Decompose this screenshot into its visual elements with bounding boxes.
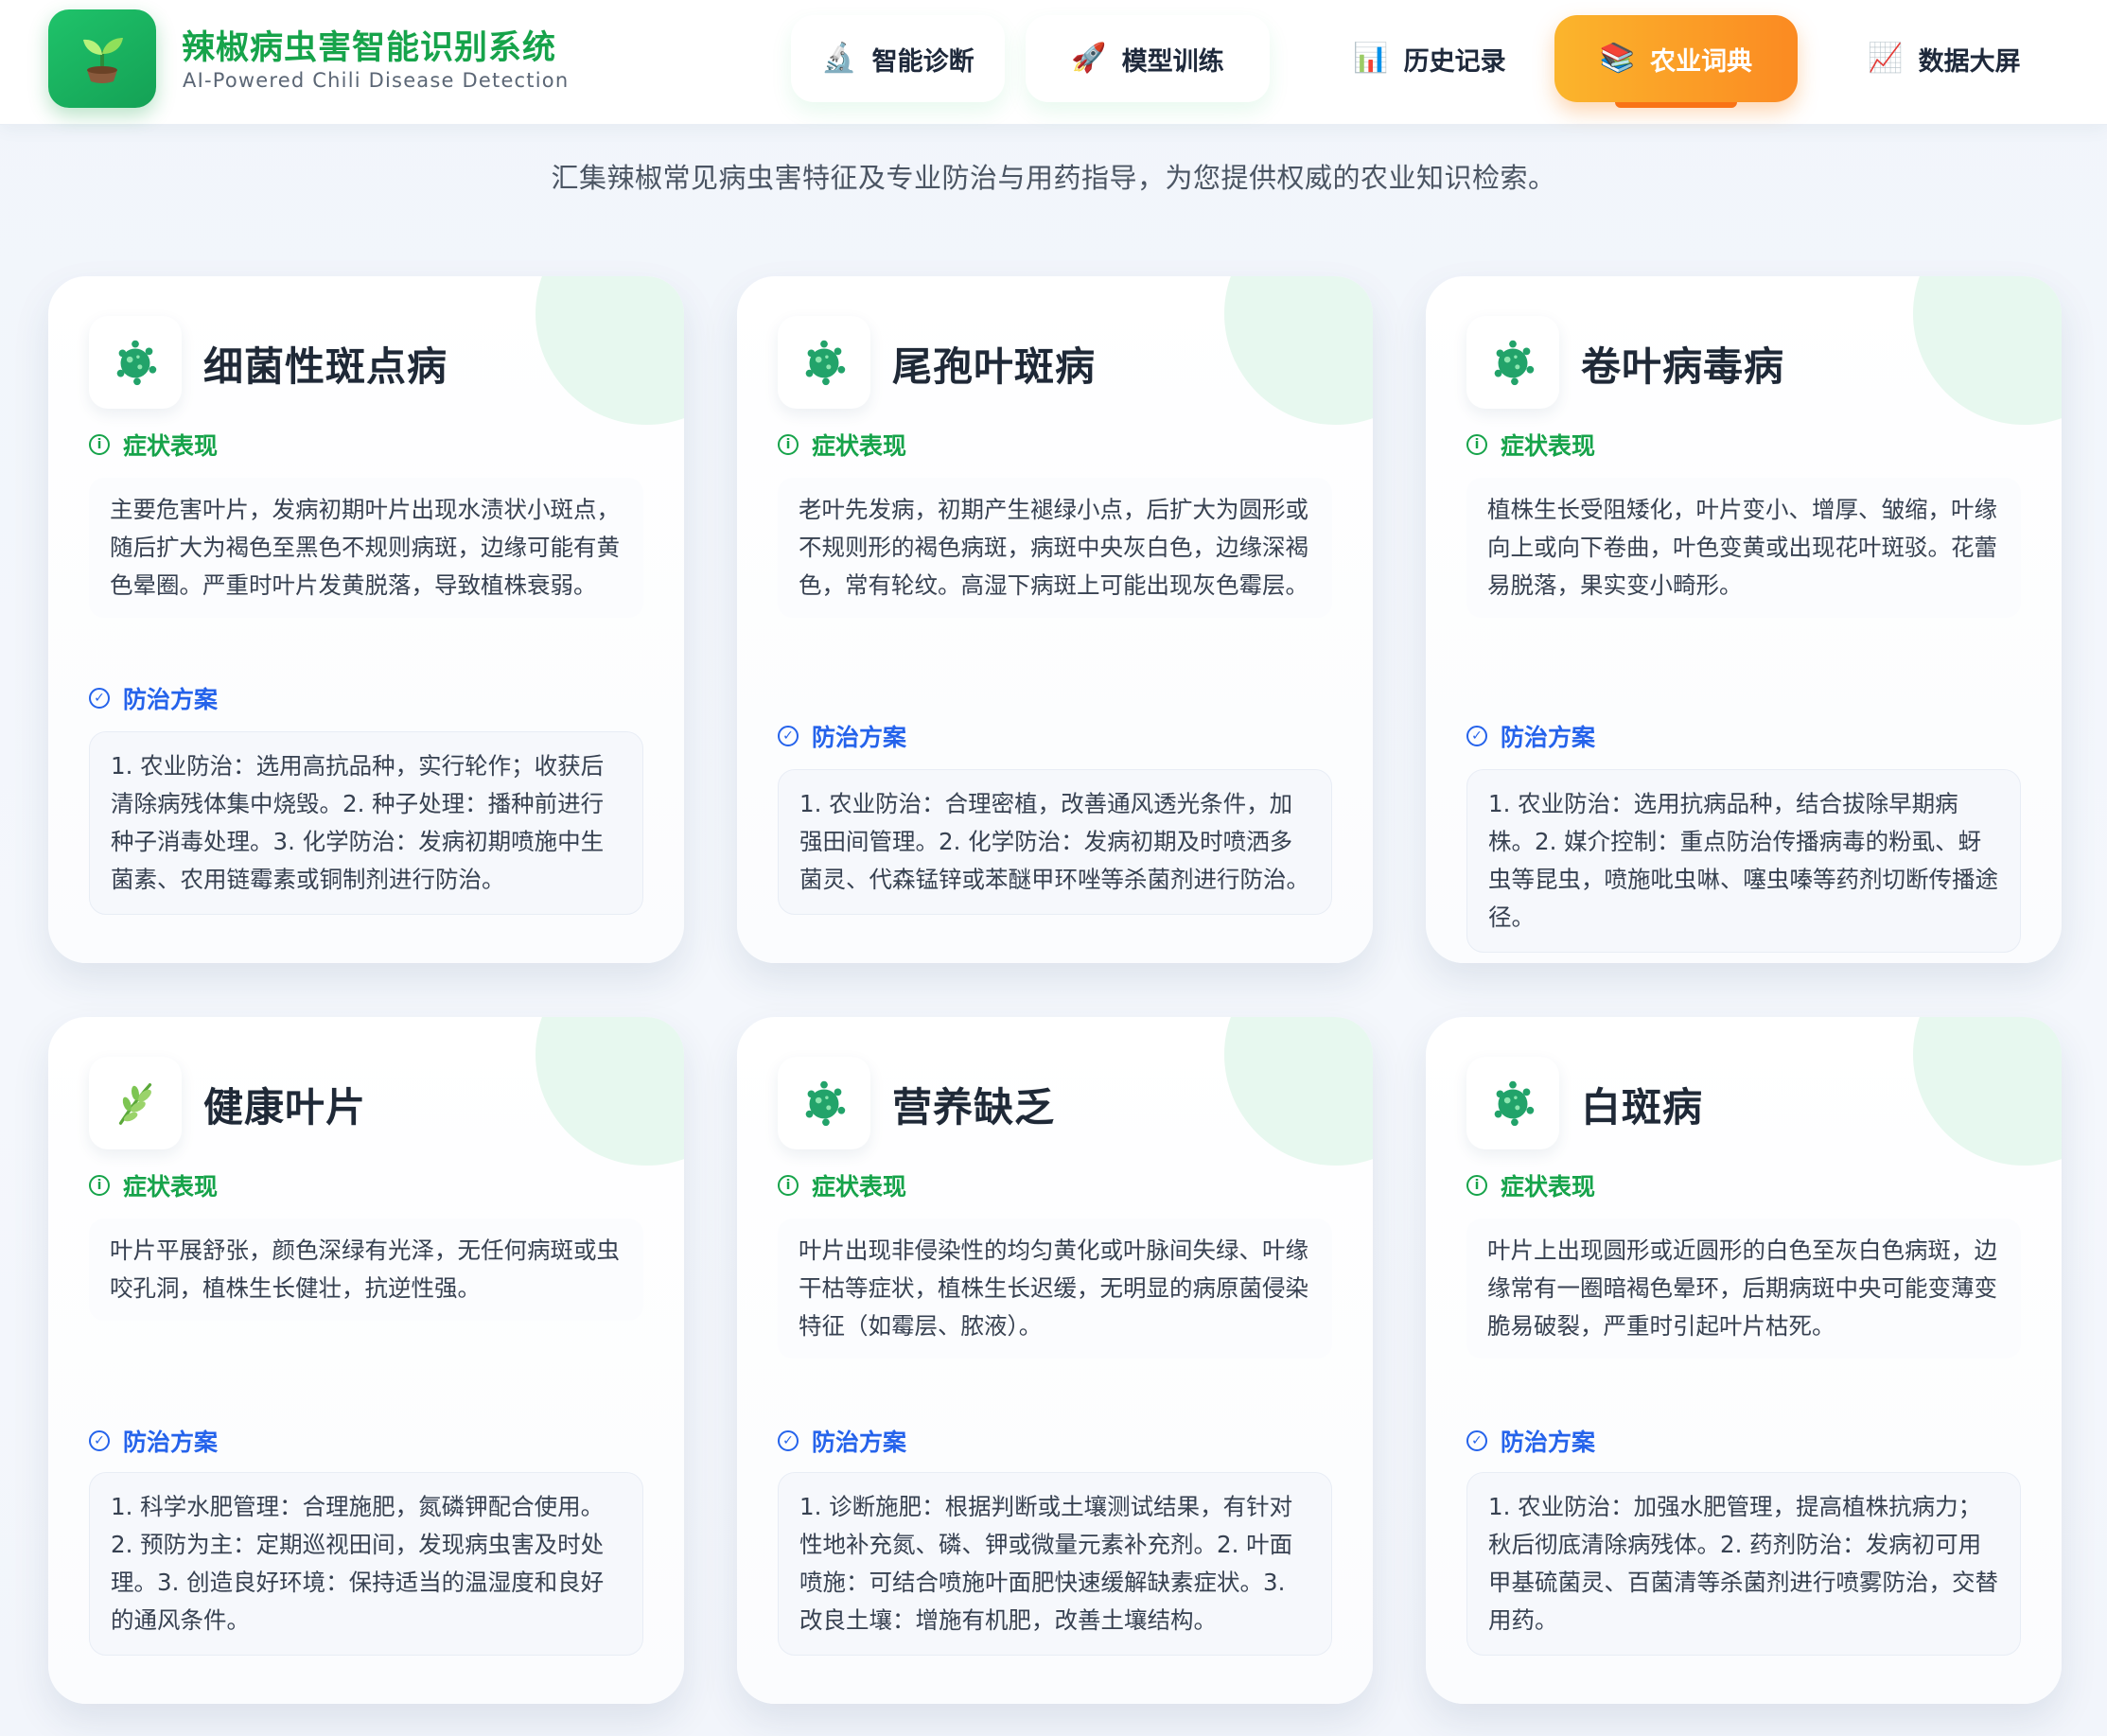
microbe-icon [89, 316, 182, 409]
top-header: 辣椒病虫害智能识别系统 AI-Powered Chili Disease Det… [0, 0, 2107, 125]
symptom-heading: i 症状表现 [89, 428, 218, 462]
disease-card[interactable]: 营养缺乏 i 症状表现 叶片出现非侵染性的均匀黄化或叶脉间失绿、叶缘干枯等症状，植… [737, 1017, 1373, 1704]
nav-item-training[interactable]: 🚀 模型训练 [1026, 15, 1270, 102]
treatment-heading: ✓ 防治方案 [89, 681, 218, 715]
info-icon: i [778, 434, 799, 455]
info-icon: i [1466, 434, 1487, 455]
treatment-heading: ✓ 防治方案 [1466, 1424, 1595, 1458]
treatment-heading: ✓ 防治方案 [778, 1424, 906, 1458]
treatment-text: 1. 农业防治：选用抗病品种，结合拔除早期病株。2. 媒介控制：重点防治传播病毒… [1466, 769, 2021, 953]
check-circle-icon: ✓ [778, 1430, 799, 1451]
card-title: 细菌性斑点病 [203, 343, 448, 390]
nav-item-dashboard[interactable]: 📈 数据大屏 [1826, 15, 2063, 102]
treatment-text: 1. 诊断施肥：根据判断或土壤测试结果，有针对性地补充氮、磷、钾或微量元素补充剂… [778, 1472, 1332, 1656]
rocket-icon: 🚀 [1071, 42, 1107, 75]
nav-item-label: 模型训练 [1121, 46, 1224, 77]
symptom-text: 老叶先发病，初期产生褪绿小点，后扩大为圆形或不规则形的褐色病斑，病斑中央灰白色，… [778, 478, 1332, 618]
disease-card[interactable]: 尾孢叶斑病 i 症状表现 老叶先发病，初期产生褪绿小点，后扩大为圆形或不规则形的褐… [737, 276, 1373, 963]
symptom-text: 主要危害叶片，发病初期叶片出现水渍状小斑点，随后扩大为褐色至黑色不规则病斑，边缘… [89, 478, 643, 618]
nav-item-diagnosis[interactable]: 🔬 智能诊断 [791, 15, 1005, 102]
treatment-text: 1. 科学水肥管理：合理施肥，氮磷钾配合使用。2. 预防为主：定期巡视田间，发现… [89, 1472, 643, 1656]
card-decoration [536, 1017, 684, 1166]
card-decoration [1224, 276, 1373, 425]
line-chart-icon: 📈 [1868, 42, 1904, 75]
microbe-icon [778, 316, 870, 409]
main-nav: 🔬 智能诊断 🚀 模型训练 📊 历史记录 📚 农业词典 📈 数据大屏 [0, 0, 2107, 125]
card-decoration [1224, 1017, 1373, 1166]
info-icon: i [778, 1175, 799, 1196]
symptom-heading: i 症状表现 [89, 1168, 218, 1202]
info-icon: i [89, 1175, 110, 1196]
card-title: 卷叶病毒病 [1581, 343, 1785, 390]
check-circle-icon: ✓ [89, 688, 110, 709]
treatment-heading: ✓ 防治方案 [778, 719, 906, 753]
symptom-heading: i 症状表现 [1466, 1168, 1595, 1202]
symptom-heading: i 症状表现 [778, 1168, 906, 1202]
microbe-icon [1466, 1057, 1559, 1149]
card-title: 白斑病 [1581, 1084, 1704, 1131]
treatment-text: 1. 农业防治：加强水肥管理，提高植株抗病力；秋后彻底清除病残体。2. 药剂防治… [1466, 1472, 2021, 1656]
card-title: 健康叶片 [203, 1084, 367, 1131]
check-circle-icon: ✓ [89, 1430, 110, 1451]
symptom-heading: i 症状表现 [778, 428, 906, 462]
symptom-text: 叶片上出现圆形或近圆形的白色至灰白色病斑，边缘常有一圈暗褐色晕环，后期病斑中央可… [1466, 1219, 2021, 1359]
herb-icon [89, 1057, 182, 1149]
check-circle-icon: ✓ [1466, 1430, 1487, 1451]
disease-card[interactable]: 卷叶病毒病 i 症状表现 植株生长受阻矮化，叶片变小、增厚、皱缩，叶缘向上或向下卷… [1426, 276, 2062, 963]
nav-item-label: 智能诊断 [871, 46, 974, 77]
symptom-heading: i 症状表现 [1466, 428, 1595, 462]
info-icon: i [1466, 1175, 1487, 1196]
card-decoration [1913, 276, 2062, 425]
nav-item-label: 农业词典 [1650, 46, 1753, 77]
books-icon: 📚 [1599, 42, 1636, 75]
disease-card[interactable]: 细菌性斑点病 i 症状表现 主要危害叶片，发病初期叶片出现水渍状小斑点，随后扩大为… [48, 276, 684, 963]
card-decoration [536, 276, 684, 425]
microscope-icon: 🔬 [821, 42, 857, 75]
treatment-text: 1. 农业防治：合理密植，改善通风透光条件，加强田间管理。2. 化学防治：发病初… [778, 769, 1332, 915]
symptom-text: 叶片出现非侵染性的均匀黄化或叶脉间失绿、叶缘干枯等症状，植株生长迟缓，无明显的病… [778, 1219, 1332, 1359]
symptom-text: 叶片平展舒张，颜色深绿有光泽，无任何病斑或虫咬孔洞，植株生长健壮，抗逆性强。 [89, 1219, 643, 1321]
nav-item-history[interactable]: 📊 历史记录 [1313, 15, 1546, 102]
microbe-icon [778, 1057, 870, 1149]
symptom-text: 植株生长受阻矮化，叶片变小、增厚、皱缩，叶缘向上或向下卷曲，叶色变黄或出现花叶斑… [1466, 478, 2021, 618]
treatment-heading: ✓ 防治方案 [1466, 719, 1595, 753]
treatment-heading: ✓ 防治方案 [89, 1424, 218, 1458]
card-title: 营养缺乏 [892, 1084, 1056, 1131]
disease-card[interactable]: 白斑病 i 症状表现 叶片上出现圆形或近圆形的白色至灰白色病斑，边缘常有一圈暗褐色… [1426, 1017, 2062, 1704]
treatment-text: 1. 农业防治：选用高抗品种，实行轮作；收获后清除病残体集中烧毁。2. 种子处理… [89, 731, 643, 915]
check-circle-icon: ✓ [1466, 726, 1487, 746]
page-intro: 汇集辣椒常见病虫害特征及专业防治与用药指导，为您提供权威的农业知识检索。 [551, 162, 1556, 194]
nav-item-dictionary[interactable]: 📚 农业词典 [1554, 15, 1798, 108]
bar-chart-icon: 📊 [1353, 42, 1389, 75]
card-title: 尾孢叶斑病 [892, 343, 1097, 390]
disease-card[interactable]: 健康叶片 i 症状表现 叶片平展舒张，颜色深绿有光泽，无任何病斑或虫咬孔洞，植株生… [48, 1017, 684, 1704]
microbe-icon [1466, 316, 1559, 409]
check-circle-icon: ✓ [778, 726, 799, 746]
info-icon: i [89, 434, 110, 455]
nav-item-label: 数据大屏 [1918, 46, 2021, 77]
card-decoration [1913, 1017, 2062, 1166]
nav-item-label: 历史记录 [1403, 46, 1506, 77]
